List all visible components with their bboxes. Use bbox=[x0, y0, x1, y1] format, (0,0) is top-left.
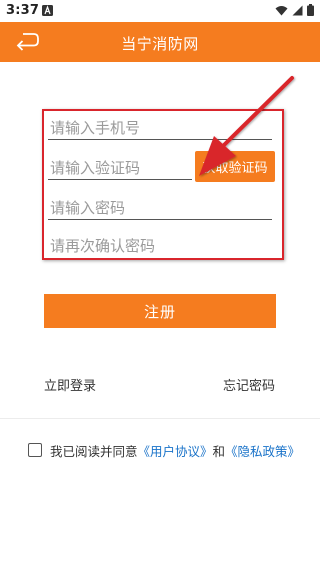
status-time: 3:37 bbox=[6, 3, 40, 18]
status-icons bbox=[275, 4, 314, 16]
login-link[interactable]: 立即登录 bbox=[44, 375, 96, 394]
phone-input[interactable] bbox=[48, 116, 272, 140]
verification-code-input[interactable] bbox=[48, 156, 192, 180]
wifi-icon bbox=[275, 5, 288, 15]
agreement-prefix: 我已阅读并同意 bbox=[50, 443, 138, 459]
agreement-row: 我已阅读并同意《用户协议》和《隐私政策》 bbox=[28, 441, 300, 459]
confirm-password-input[interactable] bbox=[48, 234, 272, 258]
page-title: 当宁消防网 bbox=[121, 35, 199, 53]
agreement-and: 和 bbox=[212, 443, 226, 459]
get-code-button[interactable]: 获取验证码 bbox=[195, 151, 275, 182]
forgot-password-link[interactable]: 忘记密码 bbox=[223, 375, 275, 394]
divider bbox=[0, 418, 320, 419]
battery-icon bbox=[307, 4, 314, 16]
status-bar: 3:37 bbox=[0, 0, 320, 22]
privacy-policy-link[interactable]: 《隐私政策》 bbox=[225, 444, 300, 459]
app-notification-icon bbox=[42, 5, 53, 16]
user-agreement-link[interactable]: 《用户协议》 bbox=[138, 444, 213, 459]
password-input[interactable] bbox=[48, 196, 272, 220]
signal-icon bbox=[292, 5, 303, 15]
agreement-checkbox[interactable] bbox=[28, 443, 42, 457]
agreement-text: 我已阅读并同意《用户协议》和《隐私政策》 bbox=[50, 441, 300, 460]
register-button[interactable]: 注册 bbox=[44, 294, 276, 328]
app-bar: 当宁消防网 bbox=[0, 22, 320, 62]
annotation-arrow-icon bbox=[199, 76, 294, 176]
